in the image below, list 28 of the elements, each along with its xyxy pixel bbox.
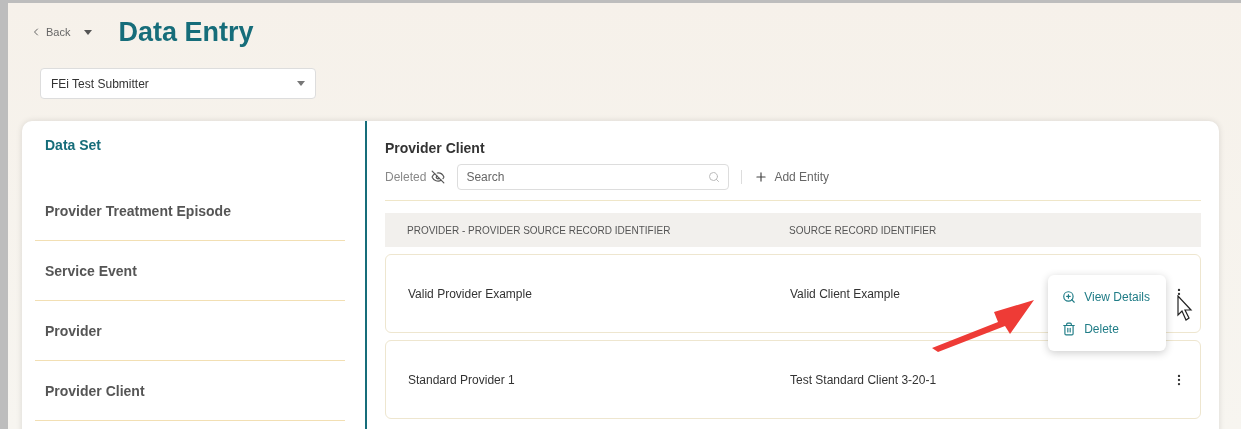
trash-icon bbox=[1062, 322, 1077, 336]
menu-item[interactable]: View Details bbox=[1062, 283, 1150, 311]
caret-icon bbox=[297, 81, 305, 86]
cursor-icon bbox=[1177, 295, 1193, 321]
page-title: Data Entry bbox=[118, 16, 254, 48]
panel-title: Provider Client bbox=[385, 140, 486, 156]
plus-icon bbox=[754, 170, 769, 184]
sidebar-title: Data Set bbox=[44, 136, 103, 155]
column-header: PROVIDER - PROVIDER SOURCE RECORD IDENTIFIER bbox=[407, 224, 672, 236]
deleted-toggle[interactable]: Deleted bbox=[385, 170, 446, 184]
table-cell: Standard Provider 1 bbox=[408, 372, 515, 387]
submitter-select[interactable]: FEi Test Submitter bbox=[40, 68, 316, 99]
search-icon bbox=[708, 171, 721, 183]
eye-off-icon bbox=[431, 170, 446, 184]
table-cell: Valid Provider Example bbox=[408, 286, 532, 301]
table-row[interactable]: Standard Provider 1 Test Standard Client 3-20-1 bbox=[385, 340, 1201, 419]
search-field[interactable]: Search bbox=[457, 164, 730, 190]
sidebar-item[interactable]: Provider bbox=[35, 301, 345, 361]
sidebar-item[interactable]: Provider Client bbox=[35, 361, 345, 421]
back-button[interactable]: Back bbox=[30, 26, 71, 38]
caret-icon[interactable] bbox=[84, 29, 93, 35]
add-entity-button[interactable]: Add Entity bbox=[741, 170, 830, 184]
column-header: SOURCE RECORD IDENTIFIER bbox=[789, 224, 938, 236]
table-cell: Test Standard Client 3-20-1 bbox=[790, 372, 937, 387]
zoom-in-icon bbox=[1062, 290, 1077, 304]
sidebar-item[interactable]: Service Event bbox=[35, 241, 345, 301]
table-cell: Valid Client Example bbox=[790, 286, 900, 301]
sidebar-item[interactable]: Provider Treatment Episode bbox=[35, 181, 345, 241]
